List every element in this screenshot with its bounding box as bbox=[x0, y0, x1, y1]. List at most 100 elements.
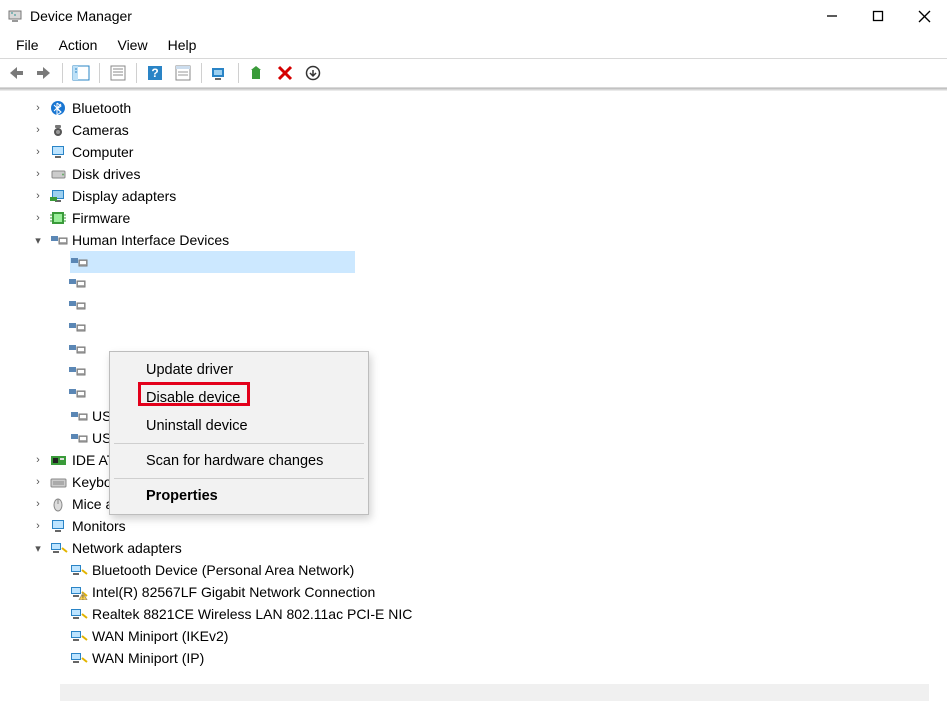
tree-item[interactable]: Realtek 8821CE Wireless LAN 802.11ac PCI… bbox=[0, 603, 947, 625]
tree-view[interactable]: ›Bluetooth›Cameras›Computer›Disk drives›… bbox=[0, 91, 947, 701]
netcard-icon bbox=[68, 650, 90, 666]
camera-icon bbox=[48, 122, 70, 138]
tree-item-label: Realtek 8821CE Wireless LAN 802.11ac PCI… bbox=[90, 606, 412, 622]
ide-icon bbox=[48, 452, 70, 468]
tree-item-label: Firmware bbox=[70, 210, 130, 226]
expand-arrow-icon[interactable]: › bbox=[28, 212, 48, 224]
context-menu-separator bbox=[114, 478, 364, 479]
cm-update-driver[interactable]: Update driver bbox=[112, 356, 366, 384]
computer-icon bbox=[48, 144, 70, 160]
window-controls bbox=[809, 0, 947, 32]
expand-arrow-icon[interactable]: › bbox=[28, 168, 48, 180]
hid-icon bbox=[68, 408, 90, 424]
expand-arrow-icon[interactable]: › bbox=[28, 520, 48, 532]
disk-icon bbox=[48, 166, 70, 182]
hid-icon bbox=[68, 430, 90, 446]
hid-icon bbox=[68, 341, 86, 360]
tree-item-label: Computer bbox=[70, 144, 133, 160]
expand-arrow-icon[interactable]: › bbox=[28, 498, 48, 510]
toolbar-separator bbox=[136, 63, 137, 83]
tree-item[interactable]: › Computer bbox=[0, 141, 947, 163]
tree-item[interactable]: ›Bluetooth bbox=[0, 97, 947, 119]
tree-item-label: WAN Miniport (IP) bbox=[90, 650, 204, 666]
expand-arrow-icon[interactable]: › bbox=[28, 102, 48, 114]
tree-item[interactable] bbox=[0, 273, 947, 295]
expand-arrow-icon[interactable]: ▾ bbox=[28, 542, 48, 555]
tree-item-label: Intel(R) 82567LF Gigabit Network Connect… bbox=[90, 584, 375, 600]
minimize-button[interactable] bbox=[809, 0, 855, 32]
monitor-icon bbox=[48, 518, 70, 534]
tree-item[interactable]: › Firmware bbox=[0, 207, 947, 229]
tree-item-label: Disk drives bbox=[70, 166, 140, 182]
netcard-icon bbox=[68, 606, 90, 622]
tree-item[interactable] bbox=[0, 317, 947, 339]
help-button[interactable]: ? bbox=[143, 61, 167, 85]
toolbar: ? bbox=[0, 58, 947, 88]
keyboard-icon bbox=[48, 474, 70, 490]
cm-disable-device[interactable]: Disable device bbox=[112, 384, 366, 412]
expand-arrow-icon[interactable]: › bbox=[28, 454, 48, 466]
tree-item-label: Monitors bbox=[70, 518, 126, 534]
tree-item-label: Human Interface Devices bbox=[70, 232, 229, 248]
hid-icon bbox=[68, 254, 90, 270]
tree-item-label: Network adapters bbox=[70, 540, 182, 556]
tree-item[interactable]: Bluetooth Device (Personal Area Network) bbox=[0, 559, 947, 581]
expand-arrow-icon[interactable]: ▾ bbox=[28, 234, 48, 247]
uninstall-device-button[interactable] bbox=[273, 61, 297, 85]
cm-scan-hardware[interactable]: Scan for hardware changes bbox=[112, 447, 366, 475]
hid-icon bbox=[48, 232, 70, 248]
update-driver-button[interactable] bbox=[245, 61, 269, 85]
tree-item[interactable]: WAN Miniport (IKEv2) bbox=[0, 625, 947, 647]
menubar: File Action View Help bbox=[0, 32, 947, 58]
toolbar-separator bbox=[62, 63, 63, 83]
network-icon bbox=[48, 540, 70, 556]
menu-file[interactable]: File bbox=[6, 34, 49, 56]
forward-button[interactable] bbox=[32, 61, 56, 85]
show-hide-console-tree-button[interactable] bbox=[69, 61, 93, 85]
back-button[interactable] bbox=[4, 61, 28, 85]
tree-item[interactable] bbox=[0, 295, 947, 317]
expand-arrow-icon[interactable]: › bbox=[28, 190, 48, 202]
tree-item[interactable]: › Display adapters bbox=[0, 185, 947, 207]
netwarn-icon: ! bbox=[68, 584, 90, 600]
toolbar-separator bbox=[238, 63, 239, 83]
menu-help[interactable]: Help bbox=[158, 34, 207, 56]
scan-hardware-button[interactable] bbox=[208, 61, 232, 85]
tree-item[interactable] bbox=[0, 251, 947, 273]
disable-device-button[interactable] bbox=[301, 61, 325, 85]
tree-item[interactable]: › Disk drives bbox=[0, 163, 947, 185]
hid-icon bbox=[68, 319, 86, 338]
close-button[interactable] bbox=[901, 0, 947, 32]
horizontal-scrollbar[interactable] bbox=[60, 684, 929, 701]
tree-item[interactable]: › Cameras bbox=[0, 119, 947, 141]
toolbar-separator bbox=[201, 63, 202, 83]
firmware-icon bbox=[48, 210, 70, 226]
expand-arrow-icon[interactable]: › bbox=[28, 124, 48, 136]
netcard-icon bbox=[68, 562, 90, 578]
display-icon bbox=[48, 188, 70, 204]
mouse-icon bbox=[48, 496, 70, 512]
hid-icon bbox=[68, 363, 86, 382]
tree-item-label: Display adapters bbox=[70, 188, 176, 204]
tree-item[interactable]: › Monitors bbox=[0, 515, 947, 537]
netcard-icon bbox=[68, 628, 90, 644]
titlebar: Device Manager bbox=[0, 0, 947, 32]
tree-item-label: Cameras bbox=[70, 122, 129, 138]
tree-item[interactable]: ▾ Network adapters bbox=[0, 537, 947, 559]
menu-action[interactable]: Action bbox=[49, 34, 108, 56]
tree-item[interactable]: WAN Miniport (IP) bbox=[0, 647, 947, 669]
hid-icon bbox=[68, 275, 86, 294]
cm-uninstall-device[interactable]: Uninstall device bbox=[112, 412, 366, 440]
tree-item[interactable]: !Intel(R) 82567LF Gigabit Network Connec… bbox=[0, 581, 947, 603]
properties-button[interactable] bbox=[106, 61, 130, 85]
context-menu-separator bbox=[114, 443, 364, 444]
expand-arrow-icon[interactable]: › bbox=[28, 146, 48, 158]
expand-arrow-icon[interactable]: › bbox=[28, 476, 48, 488]
cm-properties[interactable]: Properties bbox=[112, 482, 366, 510]
menu-view[interactable]: View bbox=[107, 34, 157, 56]
action-button[interactable] bbox=[171, 61, 195, 85]
maximize-button[interactable] bbox=[855, 0, 901, 32]
tree-item-label: WAN Miniport (IKEv2) bbox=[90, 628, 228, 644]
tree-item[interactable]: ▾ Human Interface Devices bbox=[0, 229, 947, 251]
hid-icon bbox=[68, 385, 86, 404]
